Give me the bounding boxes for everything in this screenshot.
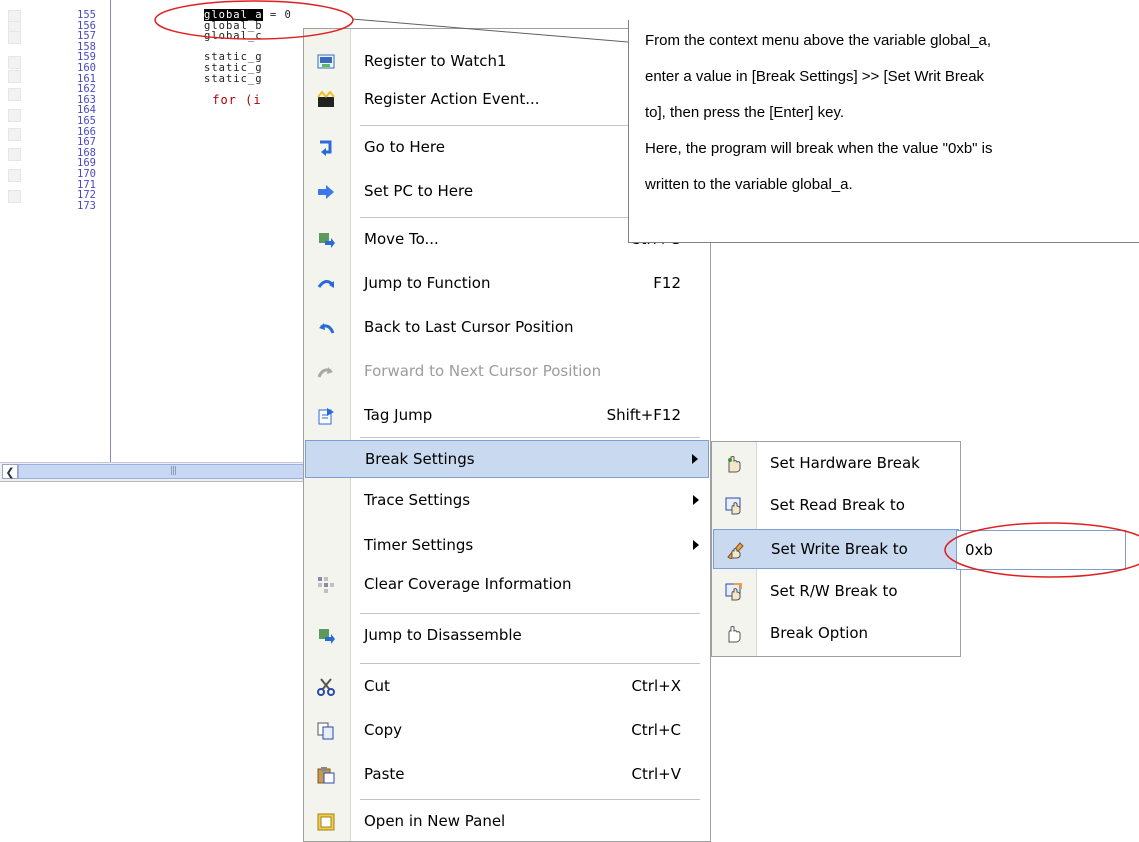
callout-leader-line <box>351 18 629 43</box>
variable-highlight-ellipse <box>154 0 354 40</box>
input-highlight-ellipse <box>944 522 1139 578</box>
annotation-overlay <box>154 0 1139 578</box>
